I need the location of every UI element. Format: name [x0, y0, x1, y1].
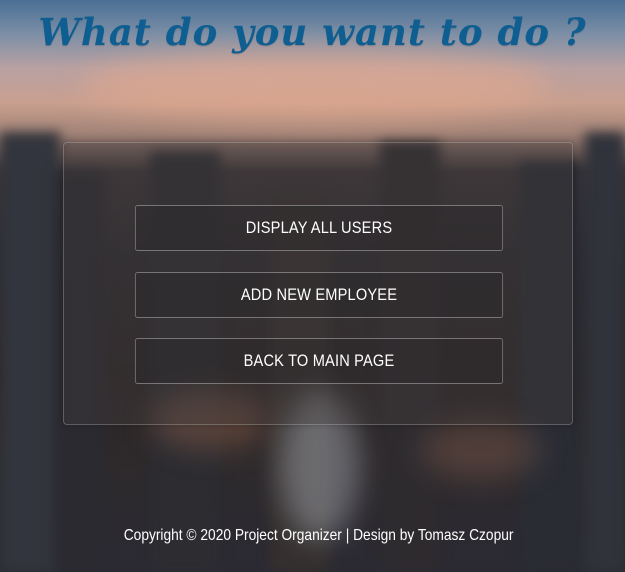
sky-glow	[80, 50, 550, 120]
building-silhouette	[585, 132, 625, 572]
building-silhouette	[0, 132, 60, 572]
add-new-employee-button[interactable]: ADD NEW EMPLOYEE	[134, 272, 504, 318]
add-new-employee-label: ADD NEW EMPLOYEE	[240, 285, 398, 304]
display-all-users-label: DISPLAY ALL USERS	[245, 218, 393, 237]
display-all-users-button[interactable]: DISPLAY ALL USERS	[134, 205, 504, 251]
footer: Copyright © 2020 Project Organizer | Des…	[0, 527, 625, 545]
light-glow	[420, 420, 540, 480]
back-to-main-page-label: BACK TO MAIN PAGE	[243, 351, 395, 370]
back-to-main-page-button[interactable]: BACK TO MAIN PAGE	[134, 338, 504, 384]
footer-copyright-text: Copyright © 2020 Project Organizer | Des…	[123, 527, 514, 544]
page-title: What do you want to do ?	[38, 10, 587, 54]
menu-panel: DISPLAY ALL USERS ADD NEW EMPLOYEE BACK …	[63, 142, 573, 425]
